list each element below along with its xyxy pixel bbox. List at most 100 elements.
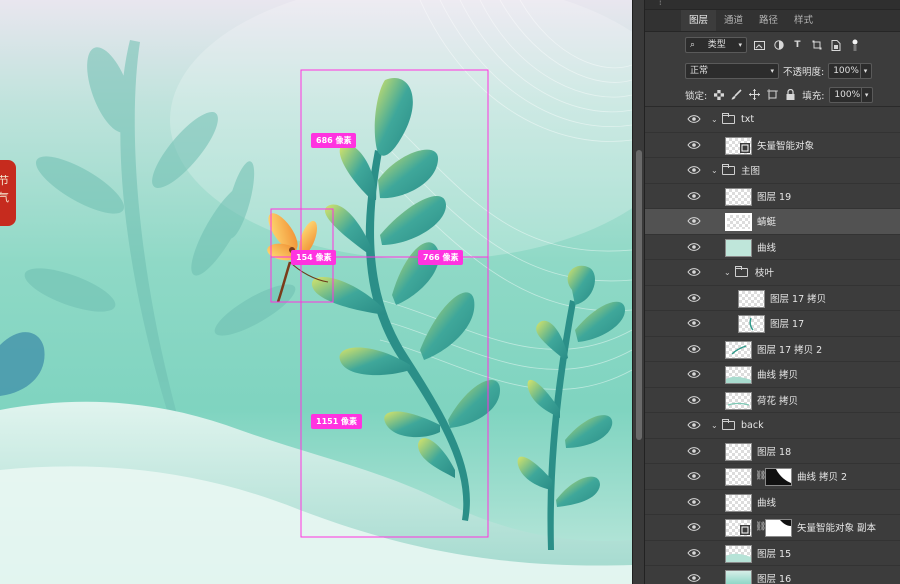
lock-all-icon[interactable]	[784, 88, 797, 101]
blend-row: 正常 ▾ 不透明度: 100% ▾	[645, 58, 900, 83]
layer-row-smart-object[interactable]: 矢量智能对象	[645, 133, 900, 158]
shape-filter-icon[interactable]	[810, 39, 823, 52]
layer-name[interactable]: 主图	[741, 163, 760, 177]
eye-icon[interactable]	[687, 191, 701, 201]
opacity-field[interactable]: 100% ▾	[828, 62, 873, 79]
blend-mode-select[interactable]: 正常 ▾	[685, 62, 779, 79]
mask-shape	[766, 469, 791, 485]
layer-name[interactable]: 图层 16	[757, 571, 791, 584]
layer-row[interactable]: 荷花 拷贝	[645, 388, 900, 413]
layer-name[interactable]: 图层 17	[770, 316, 804, 330]
measure-label-bottom-height: 1151 像素	[311, 414, 363, 429]
eye-icon[interactable]	[687, 573, 701, 583]
filter-kind-select[interactable]: ⌕ 类型 ▾	[685, 37, 747, 53]
layer-row-group-back[interactable]: ⌄ back	[645, 413, 900, 439]
type-filter-icon[interactable]: T	[791, 39, 804, 52]
layer-name[interactable]: 曲线 拷贝	[757, 367, 798, 381]
layer-name[interactable]: 图层 19	[757, 189, 791, 203]
leaf-icon	[749, 317, 754, 331]
layer-name[interactable]: 曲线 拷贝 2	[797, 469, 847, 483]
chevron-down-icon[interactable]: ⌄	[711, 166, 718, 175]
eye-icon[interactable]	[687, 446, 701, 456]
image-filter-icon[interactable]	[753, 39, 766, 52]
eye-icon[interactable]	[687, 216, 701, 226]
layer-thumbnail	[725, 519, 752, 537]
layer-name[interactable]: txt	[741, 114, 754, 125]
layer-name[interactable]: 曲线	[757, 495, 776, 509]
layer-name[interactable]: 曲线	[757, 240, 776, 254]
eye-icon[interactable]	[687, 369, 701, 379]
filter-toggle-icon[interactable]	[848, 39, 861, 52]
lock-position-move-icon[interactable]	[748, 88, 761, 101]
eye-icon[interactable]	[687, 344, 701, 354]
grip-icon[interactable]: ⁞	[659, 0, 662, 7]
layer-name[interactable]: 图层 17 拷贝 2	[757, 342, 822, 356]
eye-icon[interactable]	[687, 471, 701, 481]
artwork	[0, 0, 632, 584]
eye-icon[interactable]	[687, 395, 701, 405]
layer-row-group-branch[interactable]: ⌄ 枝叶	[645, 260, 900, 286]
stamp-char-2: 气	[0, 191, 9, 204]
eye-icon[interactable]	[687, 548, 701, 558]
layer-row-group-txt[interactable]: ⌄ txt	[645, 107, 900, 133]
panel-header-bar[interactable]: ⁞	[645, 0, 900, 10]
layer-mask-thumbnail[interactable]	[765, 519, 792, 537]
eye-icon[interactable]	[687, 522, 701, 532]
tab-layers[interactable]: 图层	[681, 10, 717, 31]
chevron-down-icon[interactable]: ⌄	[711, 115, 718, 124]
eye-icon[interactable]	[687, 420, 701, 430]
eye-icon[interactable]	[687, 497, 701, 507]
filter-row: ⌕ 类型 ▾ T	[645, 32, 900, 58]
layer-row[interactable]: 曲线	[645, 490, 900, 515]
tab-channels[interactable]: 通道	[716, 10, 751, 31]
layer-name[interactable]: 蜻蜓	[757, 214, 776, 228]
layer-name[interactable]: back	[741, 420, 764, 431]
layer-row[interactable]: 图层 18	[645, 439, 900, 464]
lock-artboard-icon[interactable]	[766, 88, 779, 101]
chevron-down-icon[interactable]: ⌄	[711, 421, 718, 430]
eye-icon[interactable]	[687, 165, 701, 175]
layer-row-group-main[interactable]: ⌄ 主图	[645, 158, 900, 184]
layer-row-masked[interactable]: ⛓ 曲线 拷贝 2	[645, 464, 900, 490]
layer-name[interactable]: 矢量智能对象	[757, 138, 814, 152]
layer-name[interactable]: 荷花 拷贝	[757, 393, 798, 407]
tab-paths[interactable]: 路径	[751, 10, 786, 31]
fill-label: 填充:	[802, 90, 825, 102]
eye-icon[interactable]	[687, 242, 701, 252]
eye-icon[interactable]	[687, 114, 701, 124]
layer-name[interactable]: 矢量智能对象 副本	[797, 520, 876, 534]
layer-row[interactable]: 图层 17 拷贝 2	[645, 337, 900, 362]
measure-label-top-height: 686 像素	[311, 133, 357, 148]
layer-row[interactable]: 图层 16	[645, 566, 900, 584]
layer-row[interactable]: 图层 19	[645, 184, 900, 209]
search-icon: ⌕	[690, 40, 696, 50]
canvas-scrollbar[interactable]	[632, 0, 644, 584]
layer-name[interactable]: 枝叶	[755, 265, 774, 279]
layer-row[interactable]: 曲线	[645, 235, 900, 260]
fill-field[interactable]: 100% ▾	[829, 86, 874, 103]
folder-icon	[722, 163, 735, 175]
eye-icon[interactable]	[687, 267, 701, 277]
lock-pixels-brush-icon[interactable]	[730, 88, 743, 101]
eye-icon[interactable]	[687, 318, 701, 328]
smart-object-filter-icon[interactable]	[829, 39, 842, 52]
layer-row-selected[interactable]: 蜻蜓	[645, 209, 900, 235]
tab-styles[interactable]: 样式	[786, 10, 821, 31]
layer-row[interactable]: 图层 15	[645, 541, 900, 566]
layer-row-smart-masked[interactable]: ⛓ 矢量智能对象 副本	[645, 515, 900, 541]
scrollbar-thumb[interactable]	[636, 150, 642, 440]
layer-row[interactable]: 曲线 拷贝	[645, 362, 900, 388]
layer-row[interactable]: 图层 17 拷贝	[645, 286, 900, 311]
adjustment-filter-icon[interactable]	[772, 39, 785, 52]
layer-name[interactable]: 图层 15	[757, 546, 791, 560]
eye-icon[interactable]	[687, 140, 701, 150]
layer-row[interactable]: 图层 17	[645, 311, 900, 337]
lock-transparent-icon[interactable]	[712, 88, 725, 101]
layer-name[interactable]: 图层 17 拷贝	[770, 291, 826, 305]
eye-icon[interactable]	[687, 293, 701, 303]
document-canvas[interactable]: 节 气 686 像素 154 像素 766 像素 1151 像素	[0, 0, 632, 584]
chevron-down-icon[interactable]: ⌄	[724, 268, 731, 277]
layer-mask-thumbnail[interactable]	[765, 468, 792, 486]
layer-name[interactable]: 图层 18	[757, 444, 791, 458]
layer-thumbnail	[725, 493, 752, 512]
